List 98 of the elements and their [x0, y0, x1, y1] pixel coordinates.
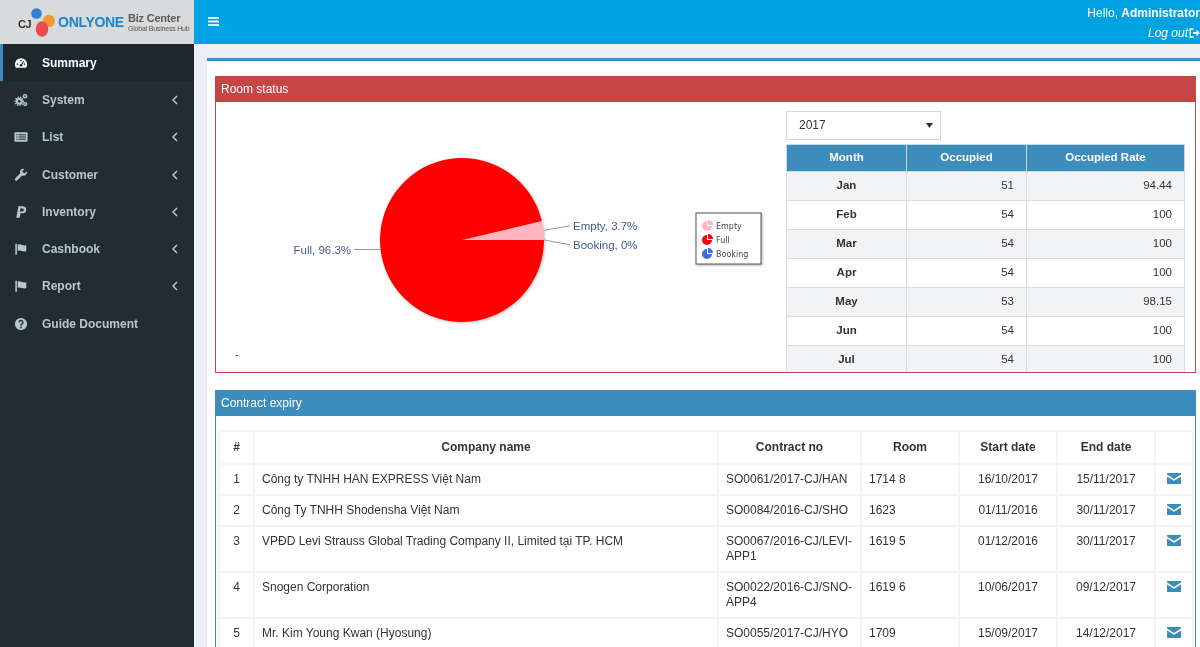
- list-icon: [14, 130, 28, 145]
- table-cell: 01/12/2016: [959, 525, 1057, 572]
- legend-label: Full: [716, 235, 730, 245]
- mail-icon[interactable]: [1167, 504, 1181, 516]
- table-cell: 1: [219, 463, 254, 495]
- sidebar-item[interactable]: System: [0, 81, 194, 119]
- wrench-icon: [14, 167, 28, 182]
- table-cell: 94.44: [1026, 171, 1185, 201]
- slice-label: Booking, 0%: [573, 238, 638, 251]
- table-cell: 01/11/2016: [959, 494, 1057, 526]
- panel-header: Room status: [216, 76, 1195, 102]
- menu-icon: [208, 17, 219, 27]
- panel-header: Contract expiry: [216, 390, 1195, 416]
- table-cell: SO0061/2017-CJ/HAN: [718, 463, 861, 495]
- table-cell: Công Ty TNHH Shodensha Việt Nam: [254, 494, 718, 526]
- table-cell: 54: [906, 316, 1027, 346]
- table-cell: SO0022/2016-CJ/SNO-APP4: [718, 571, 861, 618]
- legend-label: Booking: [716, 249, 749, 259]
- table-cell: VPĐD Levi Strauss Global Trading Company II, Limited tại TP. HCM: [254, 525, 718, 572]
- mail-icon[interactable]: [1167, 473, 1181, 485]
- letter-p-icon: [14, 204, 28, 219]
- column-header: Month: [786, 144, 907, 172]
- leader-line: [543, 239, 571, 245]
- table-cell: May: [786, 287, 907, 317]
- table-cell: 54: [906, 345, 1027, 372]
- flag-icon: [14, 242, 28, 257]
- logout-icon: [1189, 27, 1200, 38]
- sidebar-item[interactable]: Guide Document: [0, 305, 194, 343]
- gauge-icon: [14, 55, 28, 70]
- help-icon: [14, 316, 28, 331]
- legend-box: [695, 212, 762, 265]
- flag-icon: [14, 279, 28, 294]
- table-cell: 1619 5: [861, 525, 959, 572]
- table-cell: 1619 6: [861, 571, 959, 618]
- mail-icon[interactable]: [1167, 581, 1181, 593]
- year-select[interactable]: 2017: [786, 110, 941, 140]
- sidebar-item[interactable]: Cashbook: [0, 230, 194, 268]
- table-cell: 09/12/2017: [1057, 571, 1155, 618]
- sidebar-item[interactable]: Summary: [0, 44, 194, 82]
- table-cell: 15/11/2017: [1057, 463, 1155, 495]
- column-header: Room: [861, 430, 959, 464]
- table-cell: 100: [1026, 316, 1185, 346]
- table-cell: 54: [906, 200, 1027, 230]
- table-cell: 5: [219, 617, 254, 647]
- sidebar-item[interactable]: Customer: [0, 155, 194, 194]
- table-cell: Mar: [786, 229, 907, 259]
- column-header: #: [219, 430, 254, 464]
- column-header: Contract no: [718, 430, 861, 464]
- gears-icon: [14, 92, 28, 107]
- column-header: Occupied Rate: [1026, 144, 1185, 172]
- table-cell: Công ty TNHH HAN EXPRESS Việt Nam: [254, 463, 718, 495]
- flower-logo-icon: [31, 7, 56, 37]
- brand-suffix: Biz Center: [127, 12, 182, 24]
- column-header: Start date: [959, 430, 1057, 464]
- sidebar-item[interactable]: Report: [0, 267, 194, 306]
- table-cell: 16/10/2017: [959, 463, 1057, 495]
- chart-note: -: [235, 348, 239, 360]
- table-cell: Jul: [786, 345, 907, 372]
- table-cell: 53: [906, 287, 1027, 317]
- column-header: Occupied: [906, 144, 1027, 172]
- legend-label: Empty: [716, 221, 742, 231]
- table-cell: Jun: [786, 316, 907, 346]
- table-cell: 100: [1026, 345, 1185, 372]
- table-cell: 2: [219, 494, 254, 526]
- table-cell: 3: [219, 525, 254, 572]
- table-cell: Snogen Corporation: [254, 571, 718, 618]
- slice-label: Full, 96.3%: [293, 243, 351, 256]
- table-cell: 30/11/2017: [1057, 525, 1155, 572]
- sidebar-item[interactable]: Inventory: [0, 193, 194, 231]
- mail-icon[interactable]: [1167, 627, 1181, 639]
- table-cell: 54: [906, 258, 1027, 288]
- table-cell: SO0067/2016-CJ/LEVI-APP1: [718, 525, 861, 572]
- table-cell: 10/06/2017: [959, 571, 1057, 618]
- table-cell: 100: [1026, 258, 1185, 288]
- greeting-text: Hello, Administrator: [1087, 6, 1200, 22]
- table-cell: Jan: [786, 171, 907, 201]
- table-cell: 100: [1026, 200, 1185, 230]
- brand-name: ONLYONE: [58, 12, 124, 32]
- slice-label: Empty, 3.7%: [573, 219, 638, 232]
- table-cell: Feb: [786, 200, 907, 230]
- table-cell: 1623: [861, 494, 959, 526]
- caret-down-icon: [926, 122, 933, 128]
- table-cell: SO0084/2016-CJ/SHO: [718, 494, 861, 526]
- table-cell: 30/11/2017: [1057, 494, 1155, 526]
- mail-icon[interactable]: [1167, 535, 1181, 547]
- leader-line: [353, 248, 382, 250]
- table-cell: 98.15: [1026, 287, 1185, 317]
- table-cell: 54: [906, 229, 1027, 259]
- table-cell: 100: [1026, 229, 1185, 259]
- column-header: Company name: [254, 430, 718, 464]
- table-cell: Apr: [786, 258, 907, 288]
- leader-line: [542, 224, 571, 231]
- table-cell: 4: [219, 571, 254, 618]
- sidebar-item[interactable]: List: [0, 118, 194, 156]
- logo-text: CJ: [18, 17, 32, 33]
- column-header: End date: [1057, 430, 1155, 464]
- table-cell: 1714 8: [861, 463, 959, 495]
- table-cell: 51: [906, 171, 1027, 201]
